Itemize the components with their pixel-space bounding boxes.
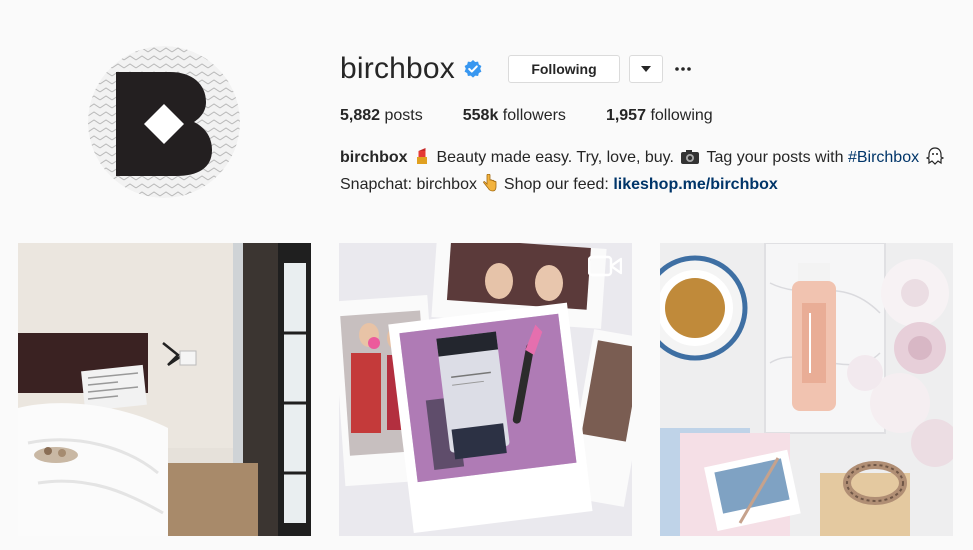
ellipsis-icon <box>675 67 691 71</box>
profile-avatar[interactable] <box>88 46 240 198</box>
post-tile[interactable] <box>660 243 953 536</box>
camera-icon <box>680 149 700 173</box>
bio-tagline: Beauty made easy. Try, love, buy. <box>436 149 674 166</box>
followers-stat[interactable]: 558k followers <box>463 106 566 126</box>
profile-username: birchbox <box>340 52 455 85</box>
following-label: following <box>650 107 713 124</box>
posts-stat: 5,882 posts <box>340 106 423 126</box>
more-options-button[interactable] <box>675 55 691 83</box>
profile-info: birchbox Following 5,882 posts 558k foll… <box>340 50 960 200</box>
bio-external-link[interactable]: likeshop.me/birchbox <box>613 176 777 193</box>
post-tile[interactable] <box>18 243 311 536</box>
following-stat[interactable]: 1,957 following <box>606 106 713 126</box>
posts-count: 5,882 <box>340 107 381 124</box>
pointing-down-icon <box>483 173 497 200</box>
post-image-polaroids <box>339 243 632 536</box>
profile-bio: birchbox Beauty made easy. Try, love, bu… <box>340 146 960 200</box>
bio-tag-prefix: Tag your posts with <box>706 149 844 166</box>
suggestions-dropdown-button[interactable] <box>629 55 663 83</box>
hashtag-link[interactable]: #Birchbox <box>848 149 919 166</box>
posts-label: posts <box>384 107 423 124</box>
bio-snapchat: Snapchat: birchbox <box>340 176 477 193</box>
bio-name: birchbox <box>340 149 408 166</box>
bio-line-1: birchbox Beauty made easy. Try, love, bu… <box>340 146 960 173</box>
following-button[interactable]: Following <box>508 55 620 83</box>
following-count: 1,957 <box>605 107 646 124</box>
profile-stats: 5,882 posts 558k followers 1,957 followi… <box>340 106 960 126</box>
verified-badge-icon <box>463 59 483 79</box>
post-image-flatlay <box>660 243 953 536</box>
post-tile-video[interactable] <box>339 243 632 536</box>
followers-label: followers <box>502 107 566 124</box>
post-image-bedroom <box>18 243 311 536</box>
lipstick-icon <box>414 147 430 173</box>
profile-page: birchbox Following 5,882 posts 558k foll… <box>0 0 973 550</box>
video-camera-icon <box>588 255 622 277</box>
ghost-icon <box>925 147 944 173</box>
followers-count: 558k <box>462 107 499 124</box>
profile-title-row: birchbox Following <box>340 50 960 88</box>
bio-line-2: Snapchat: birchbox Shop our feed: likesh… <box>340 173 960 200</box>
caret-down-icon <box>641 66 651 72</box>
birchbox-logo <box>88 46 240 198</box>
bio-shop-text: Shop our feed: <box>503 176 609 193</box>
posts-grid <box>18 243 953 536</box>
